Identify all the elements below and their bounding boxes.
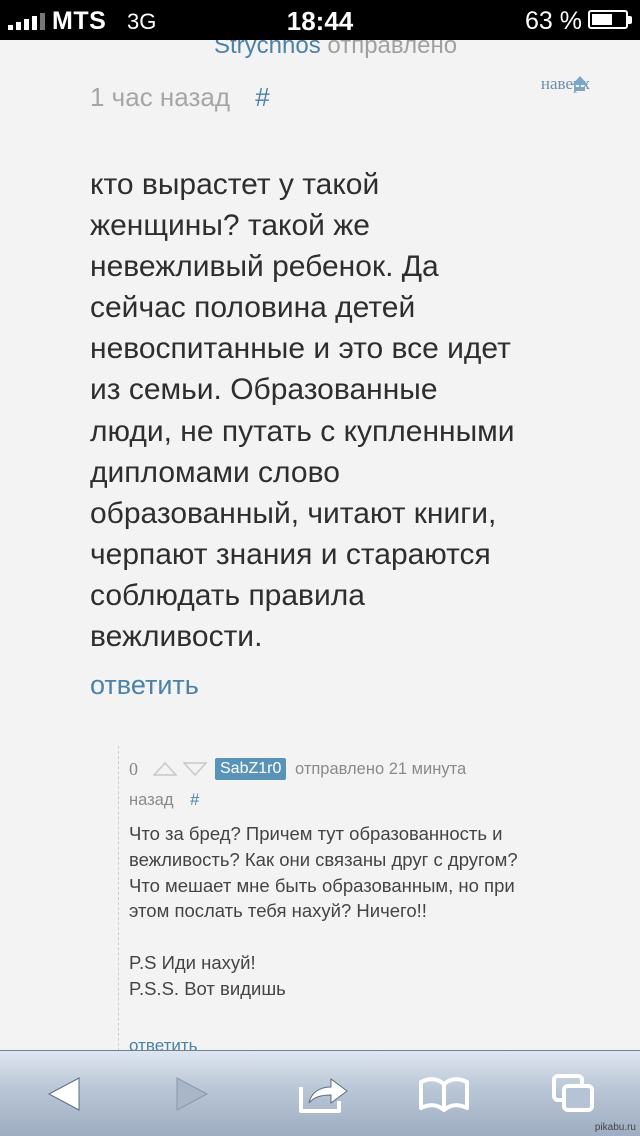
previous-comment-username[interactable]: Strychnos xyxy=(214,40,321,59)
nested-reply: 0 SabZ1r0 отправлено 21 минута назад # Ч… xyxy=(118,746,640,1050)
reply-ps-1: P.S Иди нахуй! xyxy=(129,951,256,973)
previous-comment-sent-label: отправлено xyxy=(327,40,458,59)
back-arrow-icon xyxy=(47,1077,80,1111)
share-icon xyxy=(299,1078,348,1113)
previous-comment-meta: Strychnos отправлено xyxy=(214,40,457,60)
comment-anchor-link[interactable]: # xyxy=(255,82,269,112)
tabs-icon xyxy=(552,1074,594,1112)
battery-icon xyxy=(588,10,632,29)
reply-sent-time: отправлено 21 минута xyxy=(295,760,467,778)
page-content[interactable]: Strychnos отправлено 1 час назад # навер… xyxy=(0,40,640,1050)
share-button[interactable] xyxy=(294,1069,354,1119)
up-arrow-icon[interactable] xyxy=(570,75,590,93)
comment-body: кто вырастет у такой женщины? такой же н… xyxy=(90,168,515,654)
comment-meta: 1 час назад # xyxy=(90,82,270,113)
reply-to-reply-button[interactable]: ответить xyxy=(129,1036,198,1050)
reply-paragraph: Что за бред? Причем тут образованность и… xyxy=(129,823,518,922)
downvote-icon[interactable] xyxy=(183,762,207,776)
browser-toolbar: pikabu.ru xyxy=(0,1050,640,1136)
reply-sent-time-suffix: назад xyxy=(129,791,174,809)
comment-rating: 0 xyxy=(129,759,138,779)
upvote-icon[interactable] xyxy=(153,762,177,776)
reply-ps-2: P.S.S. Вот видишь xyxy=(129,977,286,999)
bookmarks-icon xyxy=(419,1077,469,1112)
comment-time: 1 час назад xyxy=(90,82,230,112)
reply-username[interactable]: SabZ1r0 xyxy=(215,758,287,780)
watermark: pikabu.ru xyxy=(594,1122,636,1133)
tabs-button[interactable] xyxy=(544,1069,604,1119)
status-bar: MTS 3G 18:44 63 % xyxy=(0,0,640,40)
reply-sent-time-cont: назад # xyxy=(129,791,199,810)
reply-body: Что за бред? Причем тут образованность и… xyxy=(129,821,529,1002)
forward-arrow-icon xyxy=(176,1077,209,1111)
reply-anchor-link[interactable]: # xyxy=(190,791,199,809)
forward-button[interactable] xyxy=(162,1069,222,1119)
battery-percent: 63 % xyxy=(525,7,582,35)
back-button[interactable] xyxy=(34,1069,94,1119)
reply-button[interactable]: ответить xyxy=(90,670,199,701)
bookmarks-button[interactable] xyxy=(414,1069,474,1119)
